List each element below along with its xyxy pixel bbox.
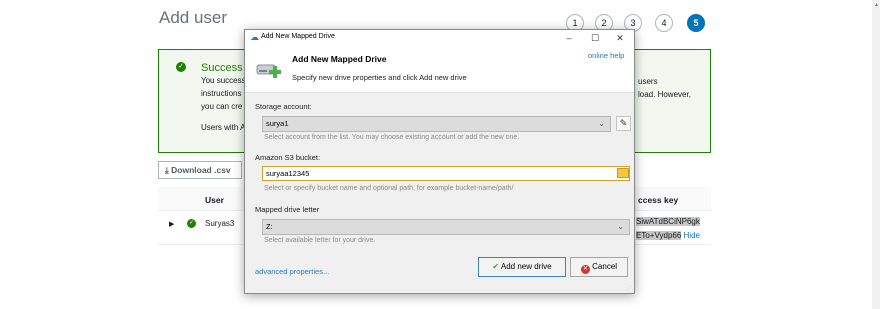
add-new-drive-label: Add new drive — [500, 262, 552, 271]
storage-account-select[interactable]: surya1 ⌄ — [262, 116, 611, 132]
expand-row-icon[interactable]: ▶ — [169, 220, 174, 228]
column-header-user[interactable]: User — [205, 195, 224, 205]
column-header-access-key[interactable]: ccess key — [638, 195, 678, 205]
mapped-drive-icon — [256, 64, 281, 78]
dialog-header-title: Add New Mapped Drive — [292, 54, 387, 64]
s3-bucket-label: Amazon S3 bucket: — [255, 153, 321, 162]
row-user-name: Suryas3 — [205, 219, 235, 228]
storage-account-value: surya1 — [266, 119, 289, 128]
add-new-drive-button[interactable]: ✔ Add new drive — [478, 257, 566, 277]
download-icon: ⤓ — [165, 165, 169, 175]
storage-account-hint: Select account from the list. You may ch… — [264, 134, 520, 141]
close-button[interactable]: ✕ — [609, 31, 631, 45]
drive-letter-hint: Select available letter for your drive. — [264, 237, 376, 244]
online-help-link[interactable]: online help — [588, 51, 624, 60]
resize-grip-icon[interactable]: ⋰ — [625, 285, 631, 292]
browse-folder-icon[interactable] — [617, 168, 629, 178]
s3-bucket-hint: Select or specify bucket name and option… — [264, 185, 514, 192]
drive-letter-label: Mapped drive letter — [255, 205, 320, 214]
success-users-line: Users with A — [201, 123, 246, 132]
step-4[interactable]: 4 — [655, 14, 673, 32]
success-text-line: instructions — [201, 89, 242, 98]
advanced-properties-link[interactable]: advanced properties... — [255, 267, 329, 276]
success-text-line: you can cre — [201, 102, 243, 111]
chevron-down-icon: ⌄ — [617, 222, 624, 231]
chevron-down-icon: ⌄ — [598, 119, 605, 128]
drive-letter-value: Z: — [266, 222, 273, 231]
success-text-right: load. However, — [638, 90, 691, 99]
page-title: Add user — [159, 8, 228, 27]
success-text-line: You success — [201, 76, 246, 85]
cancel-button[interactable]: ✕ Cancel — [570, 257, 628, 277]
scroll-up-icon[interactable]: ▲ — [874, 2, 879, 8]
wrench-icon: ✎ — [619, 118, 628, 128]
maximize-button[interactable]: ☐ — [584, 31, 606, 45]
step-5[interactable]: 5 — [687, 14, 705, 32]
drive-letter-select[interactable]: Z: ⌄ — [262, 219, 630, 235]
row-success-icon: ✓ — [187, 219, 196, 228]
success-title: Success — [201, 62, 243, 74]
row-access-key-line2: ETo+Vydp66 — [636, 231, 682, 240]
cancel-icon: ✕ — [580, 265, 590, 274]
success-text-right: users — [638, 77, 658, 86]
storage-account-label: Storage account: — [255, 102, 312, 111]
edit-account-button[interactable]: ✎ — [616, 116, 631, 131]
minimize-button[interactable]: – — [558, 31, 580, 45]
hide-key-link[interactable]: Hide — [684, 231, 700, 240]
app-icon: ☁ — [250, 32, 259, 42]
s3-bucket-input[interactable]: suryaa12345 — [262, 166, 630, 181]
download-label: Download .csv — [171, 165, 231, 175]
download-csv-button[interactable]: ⤓ Download .csv — [158, 161, 242, 179]
dialog-window-title: Add New Mapped Drive — [261, 33, 335, 40]
add-mapped-drive-dialog: ☁ Add New Mapped Drive – ☐ ✕ Add New Map… — [244, 29, 635, 294]
row-access-key-line1: SiwATdBCiNP6gk — [636, 217, 700, 226]
page-scrollbar[interactable] — [872, 0, 880, 309]
success-check-icon: ✓ — [176, 62, 186, 72]
checkmark-icon: ✔ — [492, 262, 500, 271]
dialog-header-subtitle: Specify new drive properties and click A… — [292, 73, 467, 82]
cancel-label: Cancel — [592, 262, 618, 271]
